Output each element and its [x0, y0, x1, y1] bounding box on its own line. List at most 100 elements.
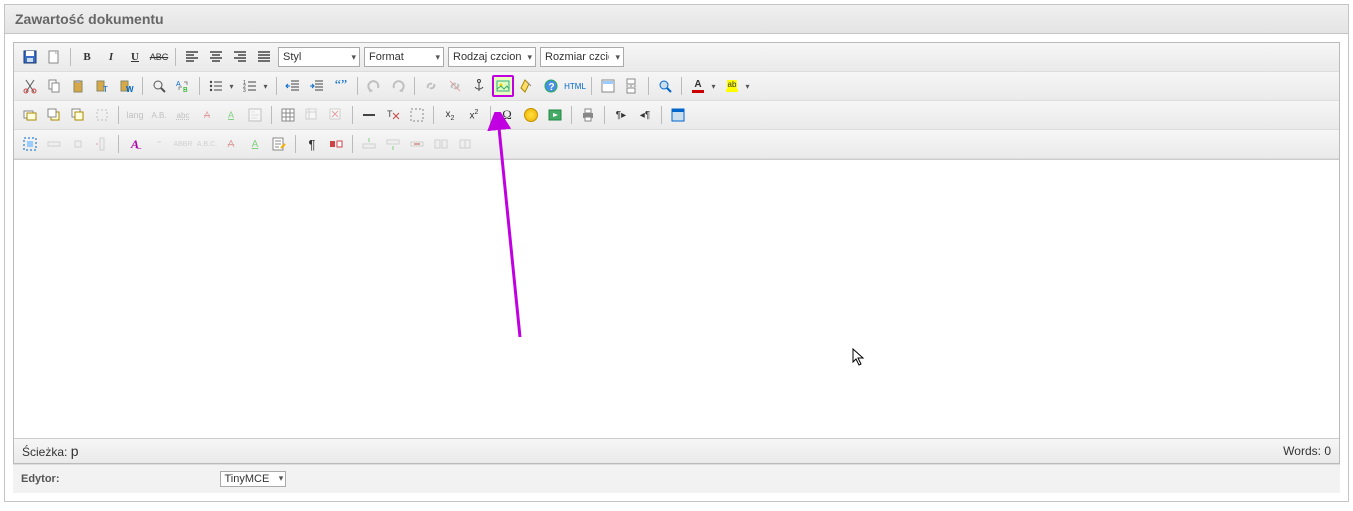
- hr-icon[interactable]: [358, 104, 380, 126]
- special-char-icon[interactable]: Ω: [496, 104, 518, 126]
- rtl-icon[interactable]: ◂¶: [634, 104, 656, 126]
- attribs-icon[interactable]: [244, 104, 266, 126]
- align-left-icon[interactable]: [181, 46, 203, 68]
- bullet-list-dropdown[interactable]: ▾: [227, 75, 237, 97]
- cite-element-icon[interactable]: “”: [148, 133, 170, 155]
- link-icon[interactable]: [420, 75, 442, 97]
- replace-icon[interactable]: AB: [172, 75, 194, 97]
- html-source-icon[interactable]: HTML: [564, 75, 586, 97]
- numbered-list-icon[interactable]: 123: [239, 75, 261, 97]
- fontfamily-select[interactable]: Rodzaj czcionki: [448, 47, 536, 67]
- cleanup-icon[interactable]: [516, 75, 538, 97]
- redo-icon[interactable]: [387, 75, 409, 97]
- split-cells-icon[interactable]: [454, 133, 476, 155]
- text-color-icon[interactable]: A: [687, 75, 709, 97]
- table-delete-icon[interactable]: [325, 104, 347, 126]
- path-display[interactable]: Ścieżka: p: [22, 443, 79, 459]
- undo-icon[interactable]: [363, 75, 385, 97]
- bold-icon[interactable]: B: [76, 46, 98, 68]
- paste-icon[interactable]: [67, 75, 89, 97]
- align-center-icon[interactable]: [205, 46, 227, 68]
- toolbar-row-4: A̲ “” ABBR A.B.C. A A ¶: [14, 130, 1339, 159]
- new-document-icon[interactable]: [43, 46, 65, 68]
- unlink-icon[interactable]: [444, 75, 466, 97]
- table-icon[interactable]: [277, 104, 299, 126]
- select-all-icon[interactable]: [19, 133, 41, 155]
- delete-col-icon[interactable]: [91, 133, 113, 155]
- align-right-icon[interactable]: [229, 46, 251, 68]
- toolbar-row-1: B I U ABC Styl Format Rodzaj czcionki Ro…: [14, 43, 1339, 72]
- ltr-icon[interactable]: ¶▸: [610, 104, 632, 126]
- nonbreaking-icon[interactable]: [325, 133, 347, 155]
- abbr-icon[interactable]: abc: [172, 104, 194, 126]
- outdent-icon[interactable]: [282, 75, 304, 97]
- visual-chars-icon[interactable]: ¶: [301, 133, 323, 155]
- indent-icon[interactable]: [306, 75, 328, 97]
- print-icon[interactable]: [577, 104, 599, 126]
- acronym-icon[interactable]: A.B.: [148, 104, 170, 126]
- path-value[interactable]: p: [71, 443, 79, 459]
- insert-template-icon[interactable]: [597, 75, 619, 97]
- fullscreen-icon[interactable]: [667, 104, 689, 126]
- editor-label: Edytor:: [21, 473, 60, 485]
- paste-text-icon[interactable]: T: [91, 75, 113, 97]
- media-icon[interactable]: [544, 104, 566, 126]
- edit-attributes-icon[interactable]: [268, 133, 290, 155]
- text-color-button[interactable]: A ▾: [687, 75, 719, 97]
- blockquote-icon[interactable]: “”: [330, 75, 352, 97]
- numbered-list-dropdown[interactable]: ▾: [261, 75, 271, 97]
- subscript-icon[interactable]: x2: [439, 104, 461, 126]
- insert-pagebreak-icon[interactable]: [621, 75, 643, 97]
- delete-row-icon[interactable]: [406, 133, 428, 155]
- underline-icon[interactable]: U: [124, 46, 146, 68]
- cell-props-icon[interactable]: [67, 133, 89, 155]
- bg-color-button[interactable]: ab ▾: [721, 75, 753, 97]
- numbered-list-button[interactable]: 123 ▾: [239, 75, 271, 97]
- save-icon[interactable]: [19, 46, 41, 68]
- emoticon-icon[interactable]: [520, 104, 542, 126]
- insert-row-after-icon[interactable]: [382, 133, 404, 155]
- superscript-icon[interactable]: x2: [463, 104, 485, 126]
- row-props-icon[interactable]: [43, 133, 65, 155]
- italic-icon[interactable]: I: [100, 46, 122, 68]
- find-icon[interactable]: [148, 75, 170, 97]
- editor-content-area[interactable]: [14, 159, 1339, 439]
- align-justify-icon[interactable]: [253, 46, 275, 68]
- svg-text:T: T: [387, 109, 393, 119]
- text-color-dropdown[interactable]: ▾: [709, 75, 719, 97]
- ins-icon[interactable]: A: [220, 104, 242, 126]
- move-backward-icon[interactable]: [67, 104, 89, 126]
- format-select[interactable]: Format: [364, 47, 444, 67]
- copy-icon[interactable]: [43, 75, 65, 97]
- preview-icon[interactable]: [654, 75, 676, 97]
- acronym-element-icon[interactable]: A.B.C.: [196, 133, 218, 155]
- strikethrough-icon[interactable]: ABC: [148, 46, 170, 68]
- insert-image-icon[interactable]: [492, 75, 514, 97]
- help-icon[interactable]: ?: [540, 75, 562, 97]
- visual-aid-icon[interactable]: [406, 104, 428, 126]
- fontsize-select[interactable]: Rozmiar czcionki: [540, 47, 624, 67]
- table-props-icon[interactable]: [301, 104, 323, 126]
- bg-color-icon[interactable]: ab: [721, 75, 743, 97]
- style-select[interactable]: Styl: [278, 47, 360, 67]
- absolute-position-icon[interactable]: [91, 104, 113, 126]
- insert-row-before-icon[interactable]: [358, 133, 380, 155]
- del-icon[interactable]: A: [196, 104, 218, 126]
- move-forward-icon[interactable]: [43, 104, 65, 126]
- cite-icon[interactable]: lang: [124, 104, 146, 126]
- merge-cells-icon[interactable]: [430, 133, 452, 155]
- bullet-list-button[interactable]: ▾: [205, 75, 237, 97]
- anchor-icon[interactable]: [468, 75, 490, 97]
- abbr-element-icon[interactable]: ABBR: [172, 133, 194, 155]
- paste-word-icon[interactable]: W: [115, 75, 137, 97]
- bg-color-dropdown[interactable]: ▾: [743, 75, 753, 97]
- insert-layer-icon[interactable]: [19, 104, 41, 126]
- bullet-list-icon[interactable]: [205, 75, 227, 97]
- styleprops-icon[interactable]: A̲: [124, 133, 146, 155]
- editor-select[interactable]: TinyMCE: [220, 471, 287, 487]
- style-select-label: Styl: [283, 51, 301, 63]
- del-element-icon[interactable]: A: [220, 133, 242, 155]
- remove-format-icon[interactable]: T: [382, 104, 404, 126]
- cut-icon[interactable]: [19, 75, 41, 97]
- ins-element-icon[interactable]: A: [244, 133, 266, 155]
